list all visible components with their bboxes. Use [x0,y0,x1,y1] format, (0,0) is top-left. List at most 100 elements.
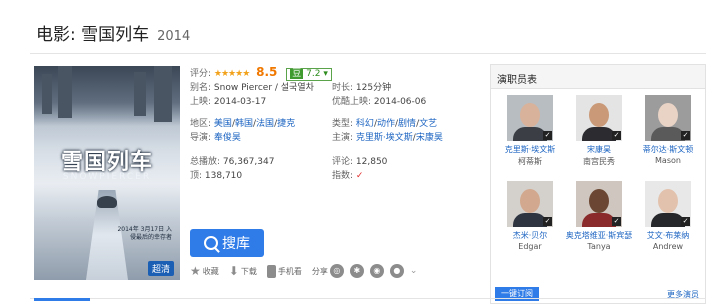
actor-face [589,189,609,213]
actor-face [520,103,540,127]
index-label: 指数: [332,171,354,181]
alias-row: 别名: Snow Piercer / 설국열차 [190,82,314,94]
region-link[interactable]: 法国 [256,119,274,129]
premiere-value: 2014-06-06 [373,97,427,107]
page-title: 电影: 雪国列车 [36,25,150,45]
search-library-button[interactable]: 搜库 [190,229,264,257]
actor-role: Mason [655,156,681,165]
genre-link[interactable]: 动作 [377,119,395,129]
genre-link[interactable]: 剧情 [398,119,416,129]
check-icon: ✓ [681,217,690,226]
director-row: 导演: 奉俊昊 [190,132,241,144]
actor-name[interactable]: 克里斯·埃文斯 [495,144,565,155]
movie-poster[interactable]: 雪国列车 SNOWPIERCER 2014年 3月17日 入侵最后的幸存者 超清 [34,66,180,280]
rating-row: 评分: ★★★★★ 8.5 豆 7.2 ▾ [190,66,332,81]
actor-face [589,103,609,127]
actor-name[interactable]: 杰米·贝尔 [495,230,565,241]
actor-name[interactable]: 艾文·布莱纳 [633,230,703,241]
genre-link[interactable]: 科幻 [356,119,374,129]
check-icon: ✓ [612,131,621,140]
premiere-row: 优酷上映: 2014-06-06 [332,96,426,108]
douban-rating[interactable]: 豆 7.2 ▾ [286,68,332,81]
actor-body [513,127,547,141]
rating-score: 8.5 [256,65,278,79]
comments-value: 12,850 [355,157,388,167]
actor-photo: ✓ [645,181,691,227]
cast-label: 主演: [332,133,354,143]
qzone-icon[interactable]: ✱ [349,264,364,278]
chevron-down-icon[interactable]: ⌄ [410,266,418,276]
check-icon: ✓ [681,131,690,140]
phone-icon [266,264,276,278]
actor-name[interactable]: 宋康昊 [564,144,634,155]
actor-role: Andrew [652,242,684,251]
share-group: 分享 ◎ ✱ ◉ ● ⌄ [311,264,418,278]
actor-card[interactable]: ✓ 艾文·布莱纳 Andrew [633,181,703,251]
actor-body [651,213,685,227]
region-label: 地区: [190,119,212,129]
actor-role: 南宫民秀 [583,157,615,166]
weibo-icon[interactable]: ◉ [369,264,384,278]
region-link[interactable]: 美国 [214,119,232,129]
director-link[interactable]: 奉俊昊 [214,133,241,143]
actor-face [658,189,678,213]
actor-card[interactable]: ✓ 杰米·贝尔 Edgar [495,181,565,251]
actor-body [513,213,547,227]
likes-row: 顶: 138,710 [190,170,242,182]
actor-card[interactable]: ✓ 奥克塔维亚·斯宾瑟 Tanya [564,181,634,251]
cast-panel: 演职员表 ✓ 克里斯·埃文斯 柯蒂斯 ✓ 宋康昊 南宫民秀 ✓ 蒂尔达·斯文顿 … [490,64,706,304]
actor-name[interactable]: 奥克塔维亚·斯宾瑟 [564,230,634,241]
douban-icon: 豆 [290,69,304,79]
likes-value: 138,710 [204,171,243,181]
star-icon: ★ [190,264,201,278]
actor-photo: ✓ [507,181,553,227]
cast-link[interactable]: 克里斯·埃文斯 [356,133,413,143]
action-bar: ★ 收藏 ⬇ 下载 手机看 分享 ◎ ✱ ◉ ● ⌄ [190,264,417,278]
qq-icon[interactable]: ● [389,264,404,278]
region-link[interactable]: 韩国 [235,119,253,129]
download-button[interactable]: ⬇ 下载 [229,264,257,278]
favorite-button[interactable]: ★ 收藏 [190,264,219,278]
release-row: 上映: 2014-03-17 [190,96,266,108]
duration-row: 时长: 125分钟 [332,82,391,94]
mobile-label: 手机看 [277,266,302,276]
title-divider [30,53,706,54]
download-label: 下载 [240,266,257,276]
actor-body [582,213,616,227]
actor-card[interactable]: ✓ 宋康昊 南宫民秀 [564,95,634,167]
actor-role: Edgar [518,242,542,251]
actor-photo: ✓ [576,181,622,227]
region-link[interactable]: 捷克 [277,119,295,129]
comments-row: 评论: 12,850 [332,156,387,168]
plays-value: 76,367,347 [222,157,275,167]
poster-building [134,72,146,116]
genre-link[interactable]: 文艺 [419,119,437,129]
release-year: 2014 [157,29,191,44]
actor-photo: ✓ [645,95,691,141]
comments-label: 评论: [332,157,354,167]
actor-card[interactable]: ✓ 克里斯·埃文斯 柯蒂斯 [495,95,565,167]
duration-label: 时长: [332,83,354,93]
hd-badge: 超清 [147,261,174,276]
search-button-label: 搜库 [222,236,250,252]
alias-value: Snow Piercer / 설국열차 [213,83,314,93]
share-label: 分享 [311,266,328,276]
mobile-watch-button[interactable]: 手机看 [266,264,302,278]
trend-icon[interactable]: ✓ [356,171,364,181]
actor-card[interactable]: ✓ 蒂尔达·斯文顿 Mason [633,95,703,165]
index-row: 指数: ✓ [332,170,363,182]
plays-row: 总播放: 76,367,347 [190,156,274,168]
tab-active-indicator[interactable] [34,298,90,301]
rating-stars-icon: ★★★★★ [213,69,250,79]
poster-note: 2014年 3月17日 入侵最后的幸存者 [117,226,172,241]
poster-building [154,66,172,122]
cast-panel-title: 演职员表 [491,65,705,89]
likes-label: 顶: [190,171,203,181]
actor-photo: ✓ [576,95,622,141]
search-icon [204,236,218,250]
actor-photo: ✓ [507,95,553,141]
actor-name[interactable]: 蒂尔达·斯文顿 [633,144,703,155]
actor-body [651,127,685,141]
wechat-icon[interactable]: ◎ [329,264,344,278]
cast-link[interactable]: 宋康昊 [416,133,443,143]
